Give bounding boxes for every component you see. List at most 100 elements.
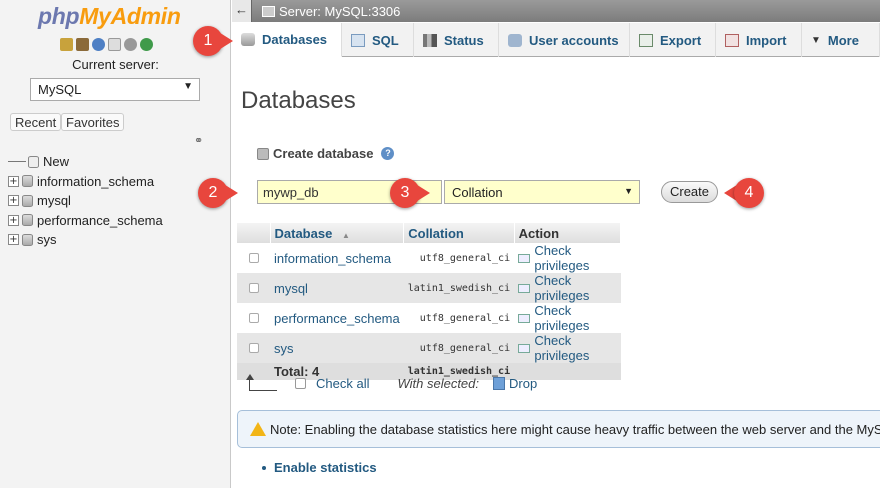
- import-icon: [725, 33, 739, 47]
- check-privileges-link[interactable]: Check privileges: [518, 333, 616, 363]
- row-checkbox[interactable]: [248, 282, 259, 293]
- row-checkbox[interactable]: [248, 312, 259, 323]
- drop-icon[interactable]: [493, 377, 505, 390]
- sort-collation-link[interactable]: Collation: [408, 226, 464, 241]
- help-icon[interactable]: ?: [381, 147, 395, 160]
- check-all-checkbox[interactable]: [295, 378, 306, 389]
- tab-status[interactable]: Status: [414, 23, 499, 57]
- tab-label: Export: [660, 32, 702, 48]
- sort-ascending-icon: ▲: [341, 230, 350, 240]
- tree-item-sys[interactable]: + sys: [8, 230, 163, 250]
- tab-import[interactable]: Import: [716, 23, 802, 57]
- sql-icon: [351, 33, 365, 47]
- tab-label: Databases: [262, 32, 328, 47]
- callout-pointer: [222, 183, 238, 203]
- link-icon[interactable]: ⚭: [194, 134, 203, 147]
- database-icon: [22, 175, 33, 188]
- tab-label: Status: [444, 32, 484, 48]
- export-icon: [639, 33, 653, 47]
- database-name-link[interactable]: mysql: [270, 273, 404, 303]
- help-icon[interactable]: [92, 38, 105, 51]
- check-all-label[interactable]: Check all: [316, 376, 369, 391]
- enable-statistics-link[interactable]: Enable statistics: [274, 460, 377, 475]
- database-icon: [241, 33, 255, 46]
- sort-database-link[interactable]: Database: [275, 226, 333, 241]
- tree-line: [8, 161, 26, 163]
- table-row: sys utf8_general_ci Check privileges: [237, 333, 621, 363]
- logo-php-text: php: [38, 3, 80, 29]
- database-name-link[interactable]: information_schema: [270, 243, 404, 273]
- row-checkbox[interactable]: [248, 252, 259, 263]
- tree-item-label[interactable]: information_schema: [37, 174, 154, 189]
- tree-item-label[interactable]: mysql: [37, 193, 71, 208]
- tab-databases[interactable]: Databases: [232, 23, 342, 57]
- breadcrumb[interactable]: Server: MySQL:3306: [262, 4, 400, 19]
- database-tree: New + information_schema + mysql + perfo…: [8, 152, 163, 250]
- collation-value: utf8_general_ci: [403, 243, 515, 273]
- create-button[interactable]: Create: [661, 181, 718, 203]
- database-name-link[interactable]: performance_schema: [270, 303, 404, 333]
- table-header-row: Database ▲ Collation Action: [237, 223, 622, 243]
- tree-item-performance-schema[interactable]: + performance_schema: [8, 211, 163, 231]
- database-name-link[interactable]: sys: [270, 333, 404, 363]
- collation-value: utf8_general_ci: [403, 303, 515, 333]
- tree-item-label[interactable]: performance_schema: [37, 213, 163, 228]
- privileges-icon: [518, 283, 531, 293]
- tab-label: SQL: [372, 32, 399, 48]
- database-icon: [22, 233, 33, 246]
- create-database-heading: Create database ?: [257, 146, 395, 161]
- check-privileges-link[interactable]: Check privileges: [518, 303, 616, 333]
- new-db-icon: [28, 155, 39, 168]
- database-icon: [22, 194, 33, 207]
- recent-tab[interactable]: Recent: [10, 113, 62, 131]
- tab-user-accounts[interactable]: User accounts: [499, 23, 630, 57]
- docs-icon[interactable]: [108, 38, 121, 51]
- warning-icon: [250, 422, 266, 436]
- check-privileges-label: Check privileges: [534, 333, 590, 363]
- tree-item-mysql[interactable]: + mysql: [8, 191, 163, 211]
- header-collation[interactable]: Collation: [403, 223, 515, 243]
- tree-item-new[interactable]: New: [8, 152, 163, 172]
- phpmyadmin-logo[interactable]: phpMyAdmin: [38, 3, 181, 30]
- with-selected-label: With selected:: [397, 376, 479, 391]
- notice-box: Note: Enabling the database statistics h…: [237, 410, 880, 448]
- expand-icon[interactable]: +: [8, 234, 19, 246]
- tree-item-information-schema[interactable]: + information_schema: [8, 172, 163, 192]
- callout-3: 3: [390, 178, 430, 208]
- check-privileges-label: Check privileges: [534, 303, 590, 333]
- collapse-sidebar-button[interactable]: ←: [232, 0, 252, 22]
- settings-icon[interactable]: [124, 38, 137, 51]
- tab-export[interactable]: Export: [630, 23, 716, 57]
- tab-sql[interactable]: SQL: [342, 23, 414, 57]
- status-icon: [423, 33, 437, 47]
- breadcrumb-server[interactable]: Server: MySQL:3306: [279, 4, 400, 19]
- header-database[interactable]: Database ▲: [270, 223, 405, 243]
- bulk-actions-row: Check all With selected: Drop: [246, 373, 537, 391]
- tab-label: Import: [746, 32, 787, 48]
- page-title: Databases: [241, 87, 356, 114]
- current-server-label: Current server:: [72, 57, 159, 72]
- tab-more[interactable]: ▼ More: [802, 23, 880, 57]
- server-select[interactable]: MySQL ▼: [30, 78, 200, 101]
- expand-icon[interactable]: +: [8, 195, 19, 207]
- check-privileges-link[interactable]: Check privileges: [518, 273, 616, 303]
- tab-label: User accounts: [529, 32, 619, 48]
- expand-icon[interactable]: +: [8, 214, 19, 226]
- arrow-up-icon: [246, 373, 277, 391]
- expand-icon[interactable]: +: [8, 175, 19, 187]
- home-icon[interactable]: [60, 38, 73, 51]
- databases-table: Database ▲ Collation Action information_…: [237, 223, 622, 380]
- tree-item-label[interactable]: sys: [37, 232, 57, 247]
- check-privileges-link[interactable]: Check privileges: [518, 243, 616, 273]
- callout-number: 4: [734, 178, 764, 208]
- create-database-label: Create database: [273, 146, 374, 161]
- drop-button[interactable]: Drop: [509, 376, 537, 391]
- more-icon: ▼: [811, 34, 821, 46]
- table-row: information_schema utf8_general_ci Check…: [237, 243, 621, 273]
- reload-icon[interactable]: [140, 38, 153, 51]
- favorites-tab[interactable]: Favorites: [61, 113, 125, 131]
- collation-select[interactable]: Collation ▼: [444, 180, 640, 204]
- navigation-panel: phpMyAdmin Current server: MySQL ▼ Recen…: [0, 0, 231, 488]
- exit-icon[interactable]: [76, 38, 89, 51]
- row-checkbox[interactable]: [248, 342, 259, 353]
